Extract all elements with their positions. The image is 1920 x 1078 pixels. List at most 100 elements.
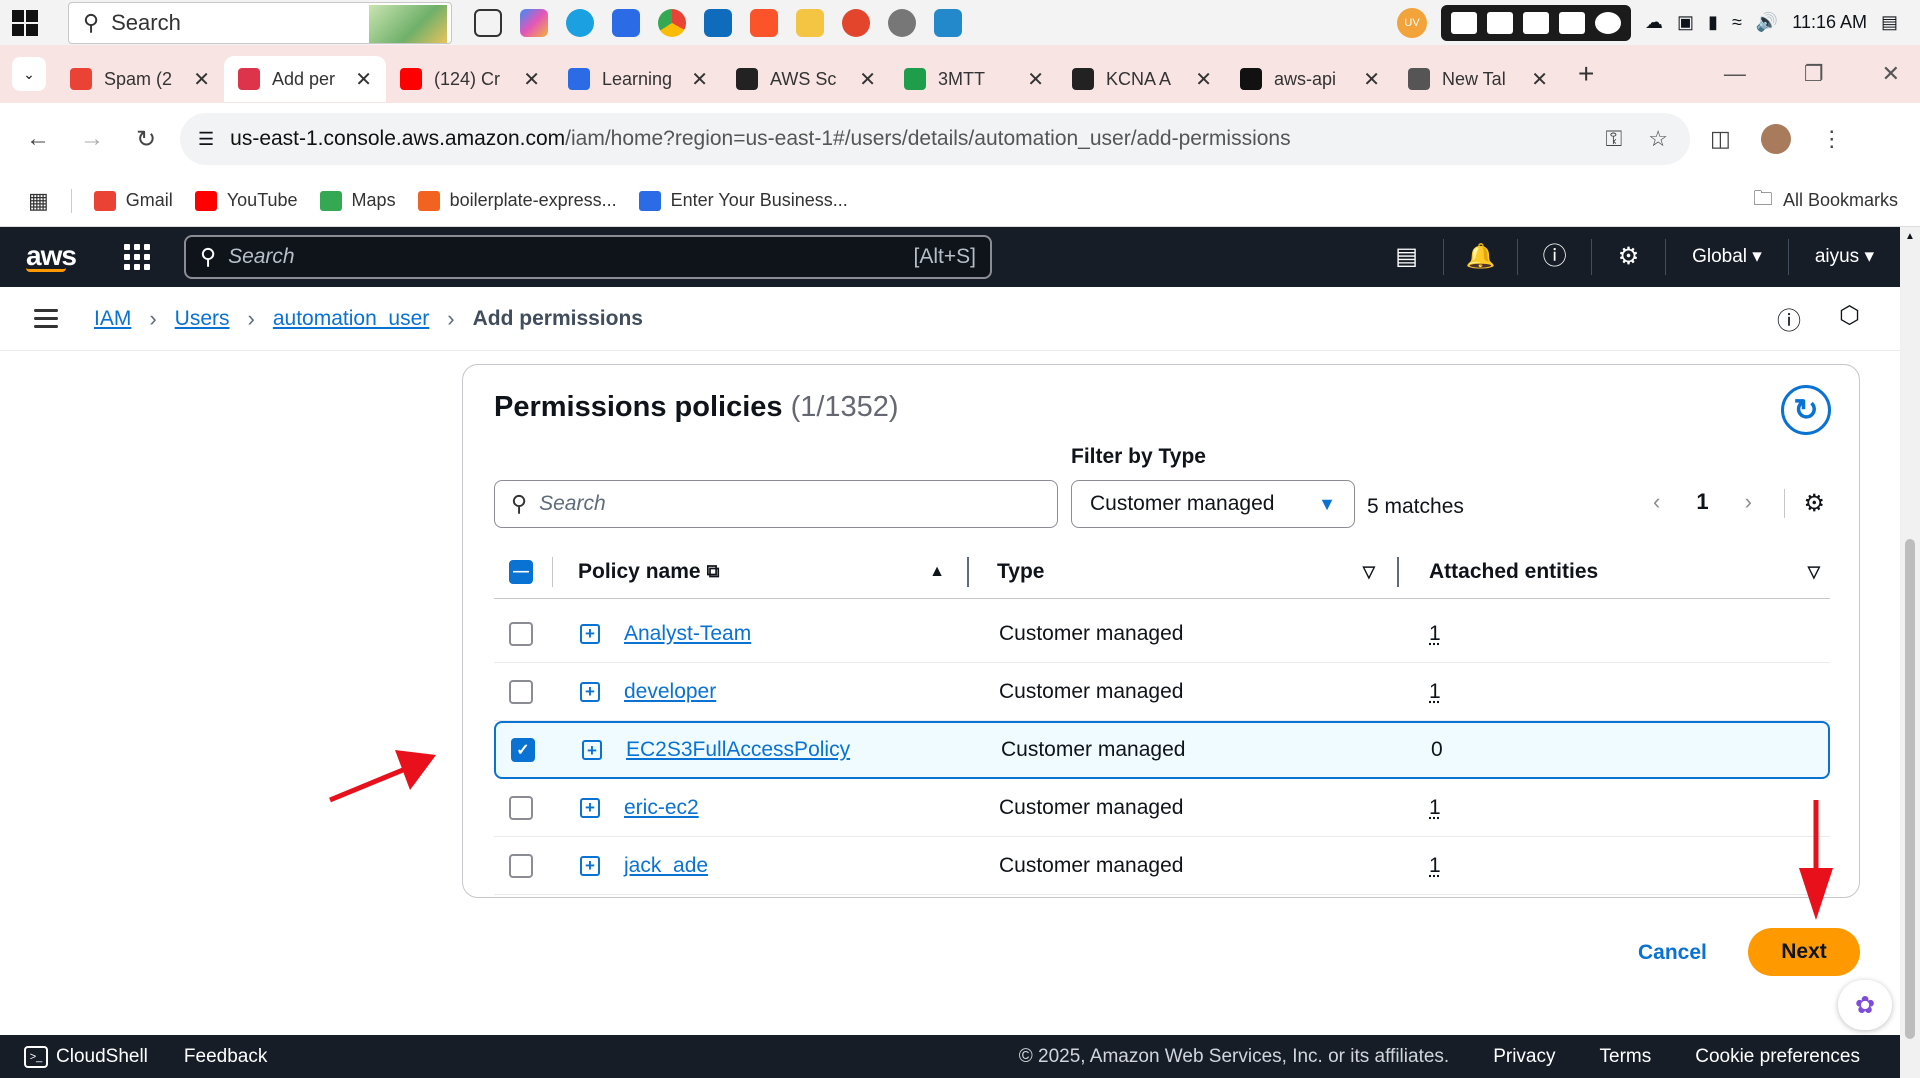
camera-icon[interactable] <box>1487 11 1514 34</box>
windows-start-icon[interactable] <box>12 9 38 36</box>
bookmark-star-icon[interactable]: ☆ <box>1648 126 1668 152</box>
cancel-button[interactable]: Cancel <box>1638 941 1707 965</box>
bookmark-item[interactable]: Maps <box>319 190 396 211</box>
battery-icon[interactable]: ▮ <box>1708 12 1718 33</box>
browser-tab[interactable]: Spam (2 ✕ <box>56 56 224 102</box>
cookie-preferences-link[interactable]: Cookie preferences <box>1695 1046 1860 1068</box>
sort-ascending-icon[interactable]: ▲ <box>929 563 967 581</box>
services-grid-icon[interactable] <box>123 244 150 270</box>
cloudshell-icon[interactable]: ▤ <box>1370 239 1445 275</box>
current-page[interactable]: 1 <box>1696 489 1708 515</box>
privacy-link[interactable]: Privacy <box>1493 1046 1555 1068</box>
help-icon[interactable]: ⓘ <box>1518 239 1593 275</box>
policy-name-link[interactable]: developer <box>624 680 716 704</box>
sort-descending-icon[interactable]: ▽ <box>1363 562 1397 582</box>
attached-entities-count[interactable]: 1 <box>1429 796 1441 820</box>
column-attached-entities[interactable]: Attached entities ▽ <box>1397 556 1830 587</box>
previous-page-icon[interactable]: ‹ <box>1653 489 1660 515</box>
task-view-icon[interactable] <box>474 8 502 37</box>
video-icon[interactable] <box>1523 11 1550 34</box>
taskbar-search[interactable]: ⚲ Search <box>68 1 452 44</box>
assistant-icon[interactable]: ✿ <box>1838 980 1892 1030</box>
attached-entities-count[interactable]: 1 <box>1429 680 1441 704</box>
brave-icon[interactable] <box>750 8 778 37</box>
browser-tab[interactable]: 3MTT ✕ <box>890 56 1058 102</box>
close-tab-icon[interactable]: ✕ <box>691 67 708 92</box>
network-icon[interactable]: ☁ <box>1645 12 1663 33</box>
bookmark-item[interactable]: YouTube <box>194 190 298 211</box>
aws-search-input[interactable]: ⚲ Search [Alt+S] <box>183 235 992 279</box>
edge-icon[interactable] <box>566 8 594 37</box>
table-row[interactable]: + eric-ec2 Customer managed 1 <box>494 779 1830 837</box>
column-policy-name[interactable]: Policy name ⧉ ▲ <box>552 556 967 587</box>
info-icon[interactable]: ⓘ <box>1777 301 1801 336</box>
security-hexagon-icon[interactable]: ⬡ <box>1839 301 1860 336</box>
tray-badge[interactable]: UV <box>1397 7 1428 38</box>
row-checkbox[interactable] <box>509 679 533 704</box>
browser-tab[interactable]: KCNA A ✕ <box>1058 56 1226 102</box>
volume-icon[interactable]: 🔊 <box>1756 12 1778 33</box>
policy-name-link[interactable]: eric-ec2 <box>624 796 699 820</box>
close-tab-icon[interactable]: ✕ <box>859 67 876 92</box>
region-selector[interactable]: Global ▾ <box>1666 239 1789 275</box>
apps-grid-icon[interactable]: ▦ <box>28 188 49 214</box>
account-menu[interactable]: aiyus ▾ <box>1789 239 1900 275</box>
capture-icon[interactable] <box>1451 11 1478 34</box>
browser-tab[interactable]: AWS Sc ✕ <box>722 56 890 102</box>
close-window-icon[interactable]: ✕ <box>1882 61 1900 87</box>
close-tab-icon[interactable]: ✕ <box>355 67 372 92</box>
settings-gear-icon[interactable]: ⚙ <box>1592 239 1667 275</box>
display-icon[interactable]: ▣ <box>1677 12 1694 33</box>
close-tab-icon[interactable]: ✕ <box>523 67 540 92</box>
close-tab-icon[interactable]: ✕ <box>1531 67 1548 92</box>
browser-tab[interactable]: aws-api ✕ <box>1226 56 1394 102</box>
app-icon[interactable] <box>842 8 870 37</box>
breadcrumb-iam[interactable]: IAM <box>94 307 131 331</box>
settings-icon[interactable] <box>888 8 916 37</box>
close-tab-icon[interactable]: ✕ <box>1363 67 1380 92</box>
browser-tab[interactable]: Add per ✕ <box>224 56 386 102</box>
expand-plus-icon[interactable]: + <box>580 623 600 644</box>
close-tab-icon[interactable]: ✕ <box>193 67 210 92</box>
policy-search-input[interactable]: ⚲ Search <box>494 480 1058 528</box>
attached-entities-count[interactable]: 1 <box>1429 854 1441 878</box>
address-bar[interactable]: ☰ us-east-1.console.aws.amazon.com/iam/h… <box>180 113 1690 165</box>
notifications-bell-icon[interactable]: 🔔 <box>1444 239 1519 275</box>
wifi-icon[interactable]: ≈ <box>1732 12 1742 33</box>
table-preferences-gear-icon[interactable]: ⚙ <box>1784 489 1825 518</box>
close-tab-icon[interactable]: ✕ <box>1027 67 1044 92</box>
reload-icon[interactable]: ↻ <box>130 125 162 154</box>
browser-tab[interactable]: (124) Cr ✕ <box>386 56 554 102</box>
scrollbar-thumb[interactable] <box>1905 539 1915 1039</box>
bookmark-item[interactable]: Gmail <box>93 190 173 211</box>
column-type[interactable]: Type ▽ <box>967 556 1397 587</box>
restore-icon[interactable]: ❐ <box>1804 61 1824 87</box>
browser-menu-icon[interactable]: ⋮ <box>1821 126 1843 152</box>
next-button[interactable]: Next <box>1748 928 1860 976</box>
policy-name-link[interactable]: jack_ade <box>624 854 708 878</box>
hamburger-menu-icon[interactable] <box>34 304 58 333</box>
table-row[interactable]: ✓ + EC2S3FullAccessPolicy Customer managed 0 <box>494 721 1830 779</box>
aws-logo[interactable]: aws <box>26 242 77 272</box>
sort-descending-icon[interactable]: ▽ <box>1808 562 1830 582</box>
terms-link[interactable]: Terms <box>1600 1046 1652 1068</box>
browser-tab[interactable]: Learning ✕ <box>554 56 722 102</box>
back-arrow-icon[interactable]: ← <box>22 125 54 153</box>
filter-type-select[interactable]: Customer managed ▼ <box>1071 480 1355 528</box>
clock[interactable]: 11:16 AM <box>1792 12 1867 33</box>
expand-plus-icon[interactable]: + <box>580 797 600 818</box>
refresh-icon[interactable]: ↻ <box>1781 385 1831 435</box>
file-explorer-icon[interactable] <box>796 8 824 37</box>
scroll-up-icon[interactable]: ▲ <box>1905 231 1915 242</box>
store-icon[interactable] <box>612 8 640 37</box>
minimize-icon[interactable]: — <box>1724 61 1746 87</box>
cloudshell-button[interactable]: >_ CloudShell <box>24 1045 148 1068</box>
row-checkbox[interactable]: ✓ <box>511 738 535 762</box>
browser-tab[interactable]: New Tal ✕ <box>1394 56 1562 102</box>
table-row[interactable]: + jack_ade Customer managed 1 <box>494 837 1830 895</box>
key-icon[interactable]: ⚿ <box>1606 126 1623 152</box>
policy-name-link[interactable]: Analyst-Team <box>624 622 751 646</box>
attached-entities-count[interactable]: 1 <box>1429 622 1441 646</box>
policy-name-link[interactable]: EC2S3FullAccessPolicy <box>626 738 850 762</box>
gear-icon[interactable] <box>1595 11 1622 34</box>
